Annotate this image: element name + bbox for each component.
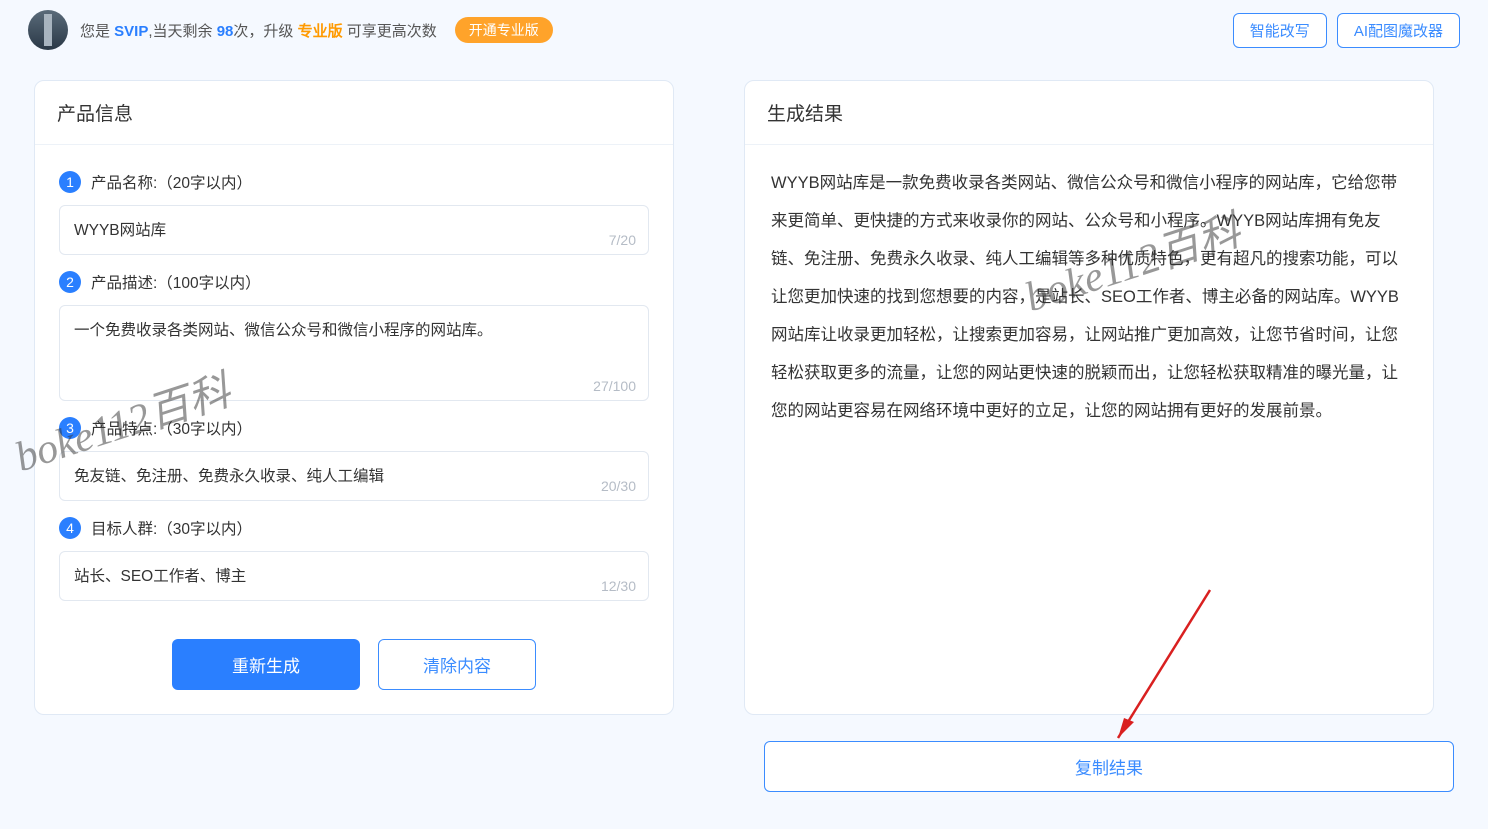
product-desc-input-wrap[interactable]: 一个免费收录各类网站、微信公众号和微信小程序的网站库。 27/100 <box>59 305 649 401</box>
smart-rewrite-button[interactable]: 智能改写 <box>1233 13 1327 48</box>
form-actions: 重新生成 清除内容 <box>59 639 649 690</box>
product-feature-input-wrap[interactable]: 免友链、免注册、免费永久收录、纯人工编辑 20/30 <box>59 451 649 501</box>
target-audience-counter: 12/30 <box>601 578 636 594</box>
result-panel: 生成结果 WYYB网站库是一款免费收录各类网站、微信公众号和微信小程序的网站库，… <box>744 80 1434 715</box>
user-status: 您是 SVIP,当天剩余 98次，升级 专业版 可享更高次数 开通专业版 <box>28 10 553 50</box>
product-desc-counter: 27/100 <box>593 378 636 394</box>
remaining-count: 98 <box>217 23 234 40</box>
result-content: WYYB网站库是一款免费收录各类网站、微信公众号和微信小程序的网站库，它给您带来… <box>745 145 1433 714</box>
step-badge-2: 2 <box>59 271 81 293</box>
field-product-feature: 3 产品特点:（30字以内） 免友链、免注册、免费永久收录、纯人工编辑 20/3… <box>59 417 649 501</box>
field-label: 1 产品名称:（20字以内） <box>59 171 649 193</box>
user-message: 您是 SVIP,当天剩余 98次，升级 专业版 可享更高次数 <box>80 20 437 41</box>
result-title: 生成结果 <box>745 81 1433 145</box>
copy-wrap: 复制结果 <box>764 729 1454 792</box>
field-product-name: 1 产品名称:（20字以内） WYYB网站库 7/20 <box>59 171 649 255</box>
step-badge-4: 4 <box>59 517 81 539</box>
product-info-panel: 产品信息 1 产品名称:（20字以内） WYYB网站库 7/20 2 产品描述:… <box>34 80 674 715</box>
field-label: 4 目标人群:（30字以内） <box>59 517 649 539</box>
clear-button[interactable]: 清除内容 <box>378 639 536 690</box>
step-badge-3: 3 <box>59 417 81 439</box>
product-desc-value[interactable]: 一个免费收录各类网站、微信公众号和微信小程序的网站库。 <box>74 318 634 340</box>
field-target-audience: 4 目标人群:（30字以内） 站长、SEO工作者、博主 12/30 <box>59 517 649 601</box>
product-name-value[interactable]: WYYB网站库 <box>74 218 634 240</box>
copy-result-button[interactable]: 复制结果 <box>764 741 1454 792</box>
step-badge-1: 1 <box>59 171 81 193</box>
product-name-input-wrap[interactable]: WYYB网站库 7/20 <box>59 205 649 255</box>
field-label: 2 产品描述:（100字以内） <box>59 271 649 293</box>
product-desc-label: 产品描述:（100字以内） <box>91 271 261 293</box>
regenerate-button[interactable]: 重新生成 <box>172 639 360 690</box>
pro-label: 专业版 <box>298 23 343 40</box>
product-feature-label: 产品特点:（30字以内） <box>91 417 252 439</box>
target-audience-input-wrap[interactable]: 站长、SEO工作者、博主 12/30 <box>59 551 649 601</box>
top-right-actions: 智能改写 AI配图魔改器 <box>1233 13 1460 48</box>
main-content: 产品信息 1 产品名称:（20字以内） WYYB网站库 7/20 2 产品描述:… <box>0 60 1488 715</box>
target-audience-label: 目标人群:（30字以内） <box>91 517 252 539</box>
target-audience-value[interactable]: 站长、SEO工作者、博主 <box>74 564 634 586</box>
form-body: 1 产品名称:（20字以内） WYYB网站库 7/20 2 产品描述:（100字… <box>35 145 673 714</box>
open-pro-button[interactable]: 开通专业版 <box>455 17 553 43</box>
product-info-title: 产品信息 <box>35 81 673 145</box>
ai-image-button[interactable]: AI配图魔改器 <box>1337 13 1460 48</box>
product-feature-value[interactable]: 免友链、免注册、免费永久收录、纯人工编辑 <box>74 464 634 486</box>
product-name-label: 产品名称:（20字以内） <box>91 171 252 193</box>
svip-label: SVIP <box>114 23 148 40</box>
product-name-counter: 7/20 <box>609 232 636 248</box>
top-bar: 您是 SVIP,当天剩余 98次，升级 专业版 可享更高次数 开通专业版 智能改… <box>0 0 1488 60</box>
field-label: 3 产品特点:（30字以内） <box>59 417 649 439</box>
product-feature-counter: 20/30 <box>601 478 636 494</box>
avatar[interactable] <box>28 10 68 50</box>
field-product-desc: 2 产品描述:（100字以内） 一个免费收录各类网站、微信公众号和微信小程序的网… <box>59 271 649 401</box>
